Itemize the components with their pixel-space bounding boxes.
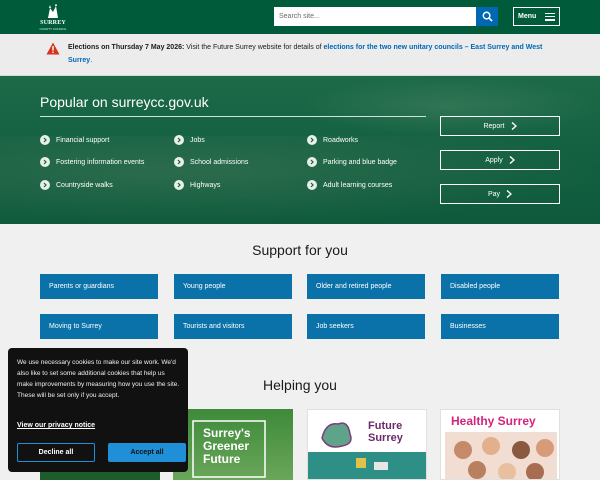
- hamburger-icon: [545, 12, 555, 21]
- tile-young-people[interactable]: Young people: [174, 274, 292, 299]
- healthy-surrey-text: Healthy Surrey: [451, 414, 536, 428]
- tile-job-seekers[interactable]: Job seekers: [307, 314, 425, 339]
- greener-future-text: Surrey's Greener Future: [203, 426, 251, 466]
- popular-link-roadworks[interactable]: Roadworks: [307, 134, 358, 146]
- accept-all-button[interactable]: Accept all: [108, 443, 186, 462]
- cookie-banner: We use necessary cookies to make our sit…: [8, 348, 188, 472]
- popular-section: Popular on surreycc.gov.uk Financial sup…: [0, 76, 600, 224]
- alert-end: .: [90, 57, 93, 64]
- popular-link-label: Jobs: [190, 136, 205, 144]
- popular-link-label: Roadworks: [323, 136, 359, 144]
- popular-link-label: School admissions: [190, 158, 249, 166]
- popular-link-fostering[interactable]: Fostering information events: [40, 156, 144, 168]
- alert-message: Elections on Thursday 7 May 2026: Visit …: [68, 41, 558, 67]
- warning-icon: [46, 42, 60, 55]
- logo-subtext: COUNTY COUNCIL: [39, 27, 67, 31]
- logo-text: SURREY: [40, 20, 66, 26]
- chevron-circle-icon: [307, 157, 317, 167]
- alert-body: Visit the Future Surrey website for deta…: [184, 44, 324, 51]
- popular-link-adult-learning[interactable]: Adult learning courses: [307, 179, 392, 191]
- popular-divider: [40, 116, 426, 117]
- cookie-message: We use necessary cookies to make our sit…: [17, 359, 180, 399]
- search-icon: [482, 11, 493, 22]
- surrey-logo[interactable]: SURREY COUNTY COUNCIL: [38, 3, 68, 31]
- support-title: Support for you: [252, 242, 348, 258]
- popular-link-label: Parking and blue badge: [323, 158, 397, 166]
- popular-link-label: Countryside walks: [56, 181, 113, 189]
- pay-button[interactable]: Pay: [440, 184, 560, 204]
- apply-button[interactable]: Apply: [440, 150, 560, 170]
- apply-button-label: Apply: [485, 156, 503, 164]
- chevron-circle-icon: [40, 180, 50, 190]
- decline-all-button[interactable]: Decline all: [17, 443, 95, 462]
- alert-date: Elections on Thursday 7 May 2026:: [68, 44, 185, 51]
- search-button[interactable]: [476, 7, 498, 26]
- chevron-circle-icon: [174, 157, 184, 167]
- tile-businesses[interactable]: Businesses: [441, 314, 559, 339]
- chevron-circle-icon: [174, 180, 184, 190]
- popular-link-label: Fostering information events: [56, 158, 145, 166]
- future-surrey-card[interactable]: Future Surrey: [307, 409, 427, 480]
- healthy-surrey-card[interactable]: Healthy Surrey: [440, 409, 560, 480]
- chevron-circle-icon: [40, 157, 50, 167]
- tile-disabled-people[interactable]: Disabled people: [441, 274, 559, 299]
- popular-link-countryside-walks[interactable]: Countryside walks: [40, 179, 113, 191]
- tile-moving-to-surrey[interactable]: Moving to Surrey: [40, 314, 158, 339]
- popular-title: Popular on surreycc.gov.uk: [40, 94, 209, 110]
- popular-link-label: Adult learning courses: [323, 181, 393, 189]
- chevron-circle-icon: [40, 135, 50, 145]
- search-input[interactable]: Search site...: [274, 7, 476, 26]
- popular-link-jobs[interactable]: Jobs: [174, 134, 205, 146]
- popular-link-label: Highways: [190, 181, 221, 189]
- chevron-right-icon: [506, 190, 513, 198]
- tile-older-and-retired[interactable]: Older and retired people: [307, 274, 425, 299]
- tile-parents-or-guardians[interactable]: Parents or guardians: [40, 274, 158, 299]
- chevron-circle-icon: [307, 180, 317, 190]
- pay-button-label: Pay: [487, 190, 501, 198]
- popular-link-parking[interactable]: Parking and blue badge: [307, 156, 397, 168]
- popular-link-school-admissions[interactable]: School admissions: [174, 156, 248, 168]
- site-header: SURREY COUNTY COUNCIL Search site... Men…: [0, 0, 600, 34]
- chevron-circle-icon: [174, 135, 184, 145]
- chevron-right-icon: [509, 156, 515, 164]
- popular-link-label: Financial support: [56, 136, 110, 144]
- report-button[interactable]: Report: [440, 116, 560, 136]
- chevron-circle-icon: [307, 135, 317, 145]
- privacy-notice-link[interactable]: View our privacy notice: [17, 422, 95, 429]
- greener-future-card[interactable]: Surrey's Greener Future: [173, 409, 293, 480]
- logo-emblem-icon: [48, 3, 58, 18]
- tile-tourists-and-visitors[interactable]: Tourists and visitors: [174, 314, 292, 339]
- menu-button[interactable]: Menu: [513, 7, 560, 26]
- election-alert: Elections on Thursday 7 May 2026: Visit …: [0, 34, 600, 76]
- chevron-right-icon: [511, 122, 517, 130]
- popular-link-financial-support[interactable]: Financial support: [40, 134, 109, 146]
- future-surrey-text: Future Surrey: [368, 420, 403, 444]
- menu-label: Menu: [518, 13, 537, 20]
- popular-link-highways[interactable]: Highways: [174, 179, 220, 191]
- report-button-label: Report: [483, 122, 505, 130]
